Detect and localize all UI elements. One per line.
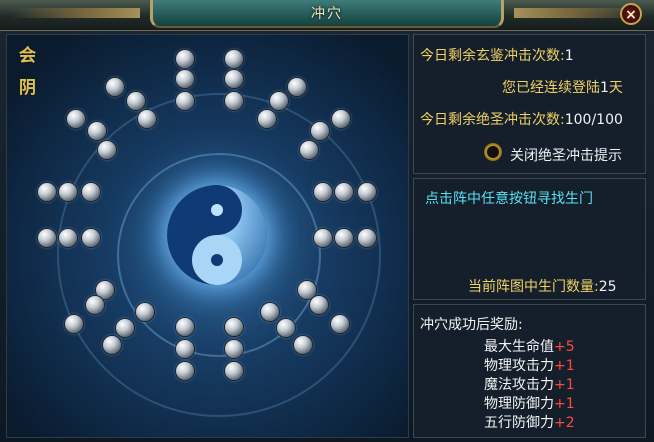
array-button[interactable]	[82, 183, 100, 201]
array-button[interactable]	[176, 340, 194, 358]
xuanjian-attempts: 今日剩余玄鉴冲击次数:1	[420, 45, 574, 65]
rewards-title: 冲穴成功后奖励:	[420, 317, 523, 333]
title-bar: 冲穴 ×	[0, 0, 654, 31]
reward-item: 五行防御力+2	[484, 412, 575, 432]
array-button[interactable]	[310, 296, 328, 314]
reward-name: 最大生命值	[484, 339, 554, 355]
array-button[interactable]	[38, 183, 56, 201]
array-button[interactable]	[332, 110, 350, 128]
array-button[interactable]	[225, 92, 243, 110]
login-days: 1	[600, 80, 609, 96]
array-button[interactable]	[98, 141, 116, 159]
array-button[interactable]	[176, 50, 194, 68]
shengmen-count: 当前阵图中生门数量:25	[468, 276, 617, 296]
array-button[interactable]	[116, 319, 134, 337]
array-button[interactable]	[176, 362, 194, 380]
array-button[interactable]	[225, 318, 243, 336]
yin-yang-emblem	[167, 185, 267, 285]
array-button[interactable]	[331, 315, 349, 333]
array-button[interactable]	[176, 70, 194, 88]
login-prefix: 您已经连续登陆	[502, 80, 600, 96]
array-button[interactable]	[314, 183, 332, 201]
array-button[interactable]	[136, 303, 154, 321]
login-suffix: 天	[608, 80, 623, 96]
array-button[interactable]	[88, 122, 106, 140]
close-button[interactable]: ×	[620, 3, 642, 25]
xuanjian-label: 今日剩余玄鉴冲击次数:	[420, 48, 565, 64]
reward-item: 魔法攻击力+1	[484, 374, 575, 394]
array-button[interactable]	[65, 315, 83, 333]
shengmen-count-value: 25	[598, 279, 617, 295]
reward-bonus: +5	[554, 339, 575, 355]
array-button[interactable]	[176, 92, 194, 110]
bagua-array-panel: 会 阴	[6, 34, 409, 438]
array-button[interactable]	[106, 78, 124, 96]
window-frame: 冲穴 × 会 阴 今日剩余玄鉴冲击次数:1 您已经连续登陆1天 今日剩余绝圣冲击…	[0, 0, 654, 442]
meridian-label-char-2: 阴	[19, 78, 36, 98]
array-button[interactable]	[38, 229, 56, 247]
array-button[interactable]	[270, 92, 288, 110]
hint-text: 点击阵中任意按钮寻找生门	[425, 191, 593, 207]
array-button[interactable]	[59, 229, 77, 247]
reward-bonus: +2	[554, 415, 575, 431]
juesheng-attempts: 今日剩余绝圣冲击次数:100/100	[420, 109, 623, 129]
array-button[interactable]	[294, 336, 312, 354]
array-button[interactable]	[82, 229, 100, 247]
array-button[interactable]	[358, 229, 376, 247]
array-button[interactable]	[261, 303, 279, 321]
array-button[interactable]	[59, 183, 77, 201]
array-button[interactable]	[258, 110, 276, 128]
array-button[interactable]	[127, 92, 145, 110]
reward-bonus: +1	[554, 377, 575, 393]
array-button[interactable]	[225, 340, 243, 358]
reward-name: 五行防御力	[484, 415, 554, 431]
array-button[interactable]	[225, 362, 243, 380]
array-button[interactable]	[335, 183, 353, 201]
array-button[interactable]	[103, 336, 121, 354]
window-title: 冲穴	[311, 6, 343, 22]
reward-name: 物理防御力	[484, 396, 554, 412]
array-button[interactable]	[138, 110, 156, 128]
reward-bonus: +1	[554, 358, 575, 374]
reward-name: 物理攻击力	[484, 358, 554, 374]
array-button[interactable]	[298, 281, 316, 299]
reward-bonus: +1	[554, 396, 575, 412]
reward-item: 物理防御力+1	[484, 393, 575, 413]
toggle-label[interactable]: 关闭绝圣冲击提示	[510, 145, 622, 165]
array-button[interactable]	[358, 183, 376, 201]
juesheng-value: 100/100	[564, 112, 623, 128]
array-button[interactable]	[277, 319, 295, 337]
reward-name: 魔法攻击力	[484, 377, 554, 393]
login-streak: 您已经连续登陆1天	[502, 77, 623, 97]
array-button[interactable]	[311, 122, 329, 140]
array-button[interactable]	[300, 141, 318, 159]
array-button[interactable]	[86, 296, 104, 314]
array-button[interactable]	[67, 110, 85, 128]
shengmen-count-label: 当前阵图中生门数量:	[468, 279, 599, 295]
array-button[interactable]	[225, 70, 243, 88]
juesheng-label: 今日剩余绝圣冲击次数:	[420, 112, 565, 128]
reward-item: 物理攻击力+1	[484, 355, 575, 375]
array-button[interactable]	[314, 229, 332, 247]
xuanjian-value: 1	[564, 48, 574, 64]
array-button[interactable]	[225, 50, 243, 68]
reward-item: 最大生命值+5	[484, 336, 575, 356]
array-button[interactable]	[335, 229, 353, 247]
array-button[interactable]	[288, 78, 306, 96]
array-button[interactable]	[176, 318, 194, 336]
meridian-label-char-1: 会	[19, 46, 36, 66]
juesheng-prompt-toggle[interactable]	[484, 143, 502, 161]
